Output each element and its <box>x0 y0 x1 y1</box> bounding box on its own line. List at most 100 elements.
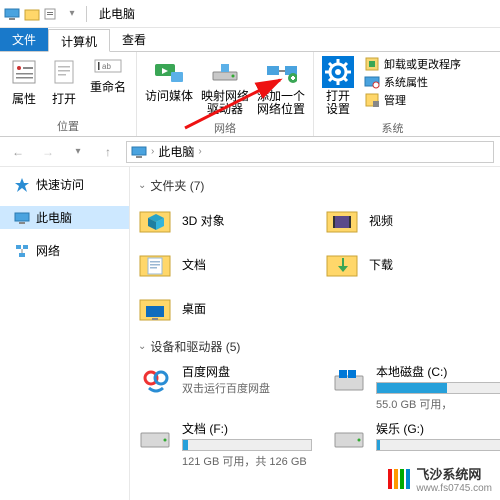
sidebar-thispc-label: 此电脑 <box>36 209 72 226</box>
folder-videos-label: 视频 <box>369 212 393 229</box>
sidebar-network-label: 网络 <box>36 242 60 259</box>
folder-downloads-icon <box>325 246 361 282</box>
sidebar-item-this-pc[interactable]: 此电脑 <box>0 206 129 229</box>
uninstall-button[interactable]: 卸载或更改程序 <box>364 56 461 72</box>
group-label-system: 系统 <box>382 118 404 138</box>
drive-c-icon <box>332 363 368 399</box>
drive-c[interactable]: 本地磁盘 (C:) 55.0 GB 可用， <box>332 361 500 414</box>
uninstall-label: 卸载或更改程序 <box>384 56 461 72</box>
chevron-right-icon[interactable]: › <box>198 146 201 157</box>
folder-desktop-icon <box>138 290 174 326</box>
section-folders[interactable]: ⌄ 文件夹 (7) <box>138 177 492 194</box>
drive-c-name: 本地磁盘 (C:) <box>376 363 500 380</box>
folder-videos-icon <box>325 202 361 238</box>
sidebar: 快速访问 此电脑 网络 <box>0 167 130 500</box>
drive-f[interactable]: 文档 (F:) 121 GB 可用，共 126 GB <box>138 418 312 471</box>
manage-button[interactable]: 管理 <box>364 92 461 108</box>
divider <box>86 6 87 22</box>
sysprops-button[interactable]: 系统属性 <box>364 74 461 90</box>
drives-grid: 百度网盘 双击运行百度网盘 本地磁盘 (C:) 55.0 GB 可用， <box>138 361 492 471</box>
breadcrumb[interactable]: › 此电脑 › <box>126 141 494 163</box>
tab-computer[interactable]: 计算机 <box>48 29 110 52</box>
svg-text:ab: ab <box>102 62 111 71</box>
drive-f-name: 文档 (F:) <box>182 420 312 437</box>
baidu-icon <box>138 363 174 399</box>
drive-g-name: 娱乐 (G:) <box>376 420 500 437</box>
sysprops-label: 系统属性 <box>384 74 428 90</box>
manage-label: 管理 <box>384 92 406 108</box>
open-button[interactable]: 打开 <box>44 54 84 116</box>
drive-f-sub: 121 GB 可用，共 126 GB <box>182 453 312 469</box>
mapdrive-button[interactable]: 映射网络 驱动器 <box>197 54 253 118</box>
dropdown-quick-icon[interactable]: ▾ <box>64 6 80 22</box>
folder-quick-icon[interactable] <box>24 6 40 22</box>
drive-g-icon <box>332 420 368 456</box>
media-icon <box>153 56 185 88</box>
folder-documents-label: 文档 <box>182 256 206 273</box>
manage-icon <box>364 92 380 108</box>
properties-button[interactable]: 属性 <box>4 54 44 116</box>
drive-c-sub: 55.0 GB 可用， <box>376 396 500 412</box>
ribbon-group-system: 打开 设置 卸载或更改程序 系统属性 <box>314 52 471 136</box>
addloc-label: 添加一个 网络位置 <box>257 90 305 116</box>
drive-c-bar <box>376 382 500 394</box>
body: 快速访问 此电脑 网络 ⌄ 文件夹 (7) 3D 对象 <box>0 167 500 500</box>
titlebar: ▾ 此电脑 <box>0 0 500 28</box>
folder-downloads-label: 下载 <box>369 256 393 273</box>
folder-documents-icon <box>138 246 174 282</box>
ribbon-group-location: 属性 打开 ab 重命名 位置 <box>0 52 137 136</box>
folder-desktop-label: 桌面 <box>182 300 206 317</box>
folders-grid: 3D 对象 视频 文档 下载 <box>138 200 492 328</box>
addloc-button[interactable]: 添加一个 网络位置 <box>253 54 309 118</box>
breadcrumb-this-pc[interactable]: 此电脑 <box>158 143 194 160</box>
star-icon <box>14 177 30 193</box>
chevron-right-icon[interactable]: › <box>151 146 154 157</box>
drive-baidu[interactable]: 百度网盘 双击运行百度网盘 <box>138 361 312 414</box>
group-label-network: 网络 <box>214 118 236 138</box>
drive-f-bar <box>182 439 312 451</box>
ribbon-group-network: 访问媒体 映射网络 驱动器 添加一个 网络位置 网络 <box>137 52 314 136</box>
drive-baidu-sub: 双击运行百度网盘 <box>182 380 312 396</box>
props-quick-icon[interactable] <box>44 6 60 22</box>
sidebar-item-quick-access[interactable]: 快速访问 <box>0 173 129 196</box>
gear-icon <box>322 56 354 88</box>
open-label: 打开 <box>52 90 76 107</box>
drive-baidu-name: 百度网盘 <box>182 363 312 380</box>
uninstall-icon <box>364 56 380 72</box>
folder-documents[interactable]: 文档 <box>138 244 305 284</box>
address-bar: ← → ▾ ↑ › 此电脑 › <box>0 137 500 167</box>
folder-videos[interactable]: 视频 <box>325 200 492 240</box>
folder-desktop[interactable]: 桌面 <box>138 288 305 328</box>
network-icon <box>14 243 30 259</box>
nav-up-button[interactable]: ↑ <box>96 140 120 164</box>
ribbon-tabs: 文件 计算机 查看 <box>0 28 500 52</box>
rename-button[interactable]: ab 重命名 <box>84 54 132 116</box>
mapdrive-icon <box>209 56 241 88</box>
sidebar-item-network[interactable]: 网络 <box>0 239 129 262</box>
stripes-icon <box>388 469 410 489</box>
open-settings-button[interactable]: 打开 设置 <box>318 54 358 118</box>
media-button[interactable]: 访问媒体 <box>141 54 197 118</box>
nav-recent-button[interactable]: ▾ <box>66 140 90 164</box>
drive-f-icon <box>138 420 174 456</box>
watermark-text: 飞沙系统网 <box>416 464 492 483</box>
tab-file[interactable]: 文件 <box>0 28 48 51</box>
drive-g-bar <box>376 439 500 451</box>
nav-fwd-button[interactable]: → <box>36 140 60 164</box>
group-label-location: 位置 <box>57 116 79 136</box>
window-title: 此电脑 <box>99 5 135 22</box>
pc-icon <box>4 6 20 22</box>
folder-3d-label: 3D 对象 <box>182 212 225 229</box>
chevron-down-icon: ⌄ <box>138 180 146 191</box>
folders-header-label: 文件夹 (7) <box>150 177 204 194</box>
folder-downloads[interactable]: 下载 <box>325 244 492 284</box>
addloc-icon <box>265 56 297 88</box>
folder-3d-objects[interactable]: 3D 对象 <box>138 200 305 240</box>
media-label: 访问媒体 <box>145 90 193 103</box>
mapdrive-label: 映射网络 驱动器 <box>201 90 249 116</box>
content: ⌄ 文件夹 (7) 3D 对象 视频 文档 <box>130 167 500 500</box>
nav-back-button[interactable]: ← <box>6 140 30 164</box>
tab-view[interactable]: 查看 <box>110 28 158 51</box>
section-drives[interactable]: ⌄ 设备和驱动器 (5) <box>138 338 492 355</box>
sysprops-icon <box>364 74 380 90</box>
